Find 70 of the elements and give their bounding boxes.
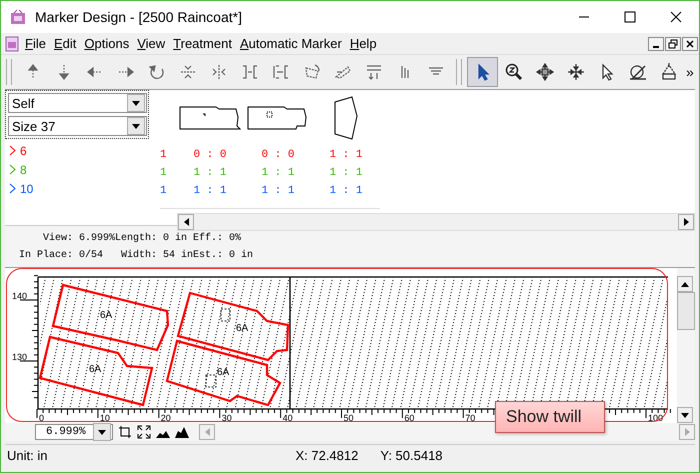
- zoom-dropdown[interactable]: 6.999%: [35, 424, 113, 440]
- chevron-icon[interactable]: [9, 183, 16, 194]
- fullscreen-icon[interactable]: [137, 425, 151, 439]
- menu-item[interactable]: Edit: [50, 36, 80, 51]
- scroll-down-icon[interactable]: [677, 407, 693, 423]
- unit-label: Unit: in: [7, 448, 48, 462]
- menu-item[interactable]: View: [133, 36, 170, 51]
- chevron-icon[interactable]: [9, 145, 16, 156]
- hills-icon[interactable]: [175, 425, 189, 439]
- size-dropdown[interactable]: Size 37: [8, 116, 147, 136]
- piece-thumbnail[interactable]: [247, 106, 309, 130]
- ruler-label: 20: [160, 413, 171, 423]
- fabric-dropdown[interactable]: Self: [8, 93, 147, 113]
- table-cell-text: 0 : 0: [192, 148, 228, 163]
- scroll-up-icon[interactable]: [677, 276, 693, 292]
- table-cell-text: 1: [160, 184, 168, 199]
- menu-item[interactable]: Treatment: [169, 36, 236, 51]
- marker-info-text: View: 6.999%Length: 0 in Eff.: 0%: [42, 232, 242, 244]
- piece-thumbnail[interactable]: [179, 106, 241, 130]
- pointer-icon[interactable]: [467, 57, 498, 87]
- marker-piece[interactable]: 6A: [176, 292, 290, 362]
- ruler-label: 10: [100, 413, 110, 423]
- ruler-label: 140: [12, 291, 28, 301]
- table-cell-text: 1 : 1: [192, 184, 228, 199]
- table-cell-text: 1 : 1: [260, 184, 296, 199]
- table-cell-text: 1 : 1: [192, 166, 228, 181]
- dropdown-arrow-icon[interactable]: [98, 430, 106, 434]
- table-cell-text: 1: [160, 166, 168, 181]
- scroll-right-icon[interactable]: [678, 214, 694, 230]
- size-label[interactable]: 10: [20, 182, 34, 196]
- marker-piece[interactable]: 6A: [52, 284, 170, 352]
- restore-icon[interactable]: [665, 36, 681, 50]
- callout: Show twill: [495, 401, 605, 433]
- ruler-label: 100: [648, 413, 664, 423]
- scroll-left-icon[interactable]: [178, 214, 194, 230]
- dropdown-arrow-icon[interactable]: [132, 124, 140, 128]
- menu-item[interactable]: File: [21, 36, 50, 51]
- menu-item[interactable]: Automatic Marker: [236, 36, 346, 51]
- document-icon: [5, 36, 19, 52]
- table-cell-text: 1 : 1: [260, 166, 296, 181]
- minimize-icon[interactable]: [648, 36, 664, 50]
- size-label[interactable]: 6: [20, 144, 27, 158]
- table-cell-text: 1 : 1: [328, 166, 364, 181]
- marker-info-text: In Place: 0/54 Width: 54 inEst.: 0 in: [18, 250, 254, 260]
- close-icon[interactable]: [682, 36, 698, 50]
- table-cell-text: 1 : 1: [328, 184, 364, 199]
- ruler-label: 30: [222, 413, 232, 423]
- ruler-label: 70: [465, 413, 476, 423]
- menu-item[interactable]: Help: [346, 36, 381, 51]
- table-cell-text: 0 : 0: [260, 148, 296, 163]
- ruler-label: 130: [12, 352, 28, 362]
- marker-piece[interactable]: 6A: [38, 336, 154, 406]
- window-title: Marker Design - [2500 Raincoat*]: [35, 9, 243, 25]
- app-icon: [10, 9, 26, 25]
- chevron-icon[interactable]: [9, 164, 16, 175]
- x-coordinate: X: 72.4812: [295, 448, 358, 462]
- scrollbar-thumb[interactable]: [677, 292, 695, 330]
- ruler-label: 0: [39, 413, 44, 423]
- dropdown-arrow-icon[interactable]: [132, 100, 140, 106]
- table-cell-text: 1: [160, 148, 168, 163]
- ruler-label: 40: [282, 413, 293, 423]
- marker-piece[interactable]: 6A: [166, 340, 282, 406]
- overflow-chevron[interactable]: »: [684, 64, 694, 80]
- piece-thumbnail[interactable]: [333, 96, 359, 140]
- y-coordinate: Y: 50.5418: [380, 448, 443, 462]
- table-cell-text: 1 : 1: [328, 148, 364, 163]
- menu-item[interactable]: Options: [80, 36, 134, 51]
- fit-icon[interactable]: [118, 425, 132, 439]
- ruler-label: 60: [404, 413, 414, 423]
- ruler-label: 50: [344, 413, 354, 423]
